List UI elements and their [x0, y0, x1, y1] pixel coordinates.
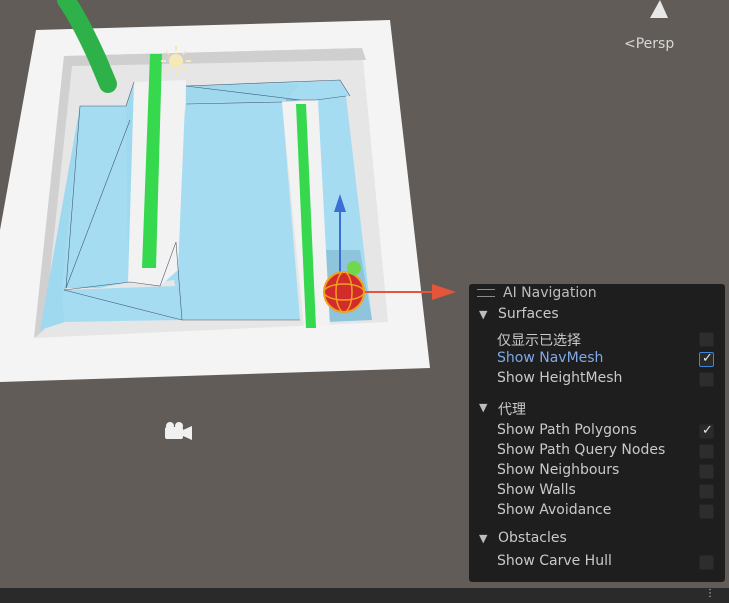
toggle-label: Show NavMesh [497, 350, 604, 366]
toggle-label: Show Path Polygons [497, 422, 637, 438]
checkbox[interactable] [699, 555, 714, 570]
drag-handle-icon[interactable] [477, 289, 495, 297]
checkmark-icon: ✓ [702, 351, 713, 366]
toggle-show-path-polygons[interactable]: Show Path Polygons ✓ [469, 421, 725, 441]
section-obstacles[interactable]: ▼ Obstacles [469, 529, 725, 549]
toggle-show-carve-hull[interactable]: Show Carve Hull [469, 552, 725, 572]
checkbox[interactable] [699, 464, 714, 479]
toggle-label: Show Walls [497, 482, 576, 498]
checkbox[interactable] [699, 372, 714, 387]
overlay-title: AI Navigation [503, 285, 597, 301]
checkbox[interactable] [699, 484, 714, 499]
checkbox[interactable] [699, 444, 714, 459]
toggle-label: Show Path Query Nodes [497, 442, 666, 458]
toggle-show-path-query-nodes[interactable]: Show Path Query Nodes [469, 441, 725, 461]
overlay-header[interactable]: AI Navigation [469, 284, 725, 303]
axis-gizmo [650, 0, 668, 18]
view-mode-label[interactable]: <Persp [624, 36, 674, 52]
toggle-show-navmesh[interactable]: Show NavMesh ✓ [469, 349, 725, 369]
toggle-selected-only[interactable]: 仅显示已选择 [469, 329, 725, 349]
section-surfaces[interactable]: ▼ Surfaces [469, 305, 725, 325]
toggle-show-heightmesh[interactable]: Show HeightMesh [469, 369, 725, 389]
toggle-label: Show HeightMesh [497, 370, 623, 386]
toggle-show-avoidance[interactable]: Show Avoidance [469, 501, 725, 521]
toggle-label: 仅显示已选择 [497, 333, 581, 349]
toggle-label: Show Neighbours [497, 462, 620, 478]
section-label: 代理 [498, 402, 526, 418]
checkbox[interactable]: ✓ [699, 351, 714, 367]
status-bar: ⋮ [0, 588, 729, 603]
triangle-down-icon[interactable]: ▼ [479, 401, 487, 414]
checkbox[interactable]: ✓ [699, 423, 714, 439]
toggle-label: Show Carve Hull [497, 553, 612, 569]
toggle-label: Show Avoidance [497, 502, 612, 518]
triangle-down-icon[interactable]: ▼ [479, 532, 487, 545]
section-label: Surfaces [498, 306, 559, 322]
ai-navigation-overlay: AI Navigation ▼ Surfaces 仅显示已选择 Show Nav… [469, 284, 725, 582]
toggle-show-walls[interactable]: Show Walls [469, 481, 725, 501]
camera-icon [165, 422, 192, 440]
triangle-down-icon[interactable]: ▼ [479, 308, 487, 321]
more-options-icon[interactable]: ⋮ [705, 588, 715, 599]
toggle-show-neighbours[interactable]: Show Neighbours [469, 461, 725, 481]
checkmark-icon: ✓ [702, 423, 713, 438]
section-agents[interactable]: ▼ 代理 [469, 398, 725, 418]
section-label: Obstacles [498, 530, 567, 546]
checkbox[interactable] [699, 504, 714, 519]
checkbox[interactable] [699, 332, 714, 347]
